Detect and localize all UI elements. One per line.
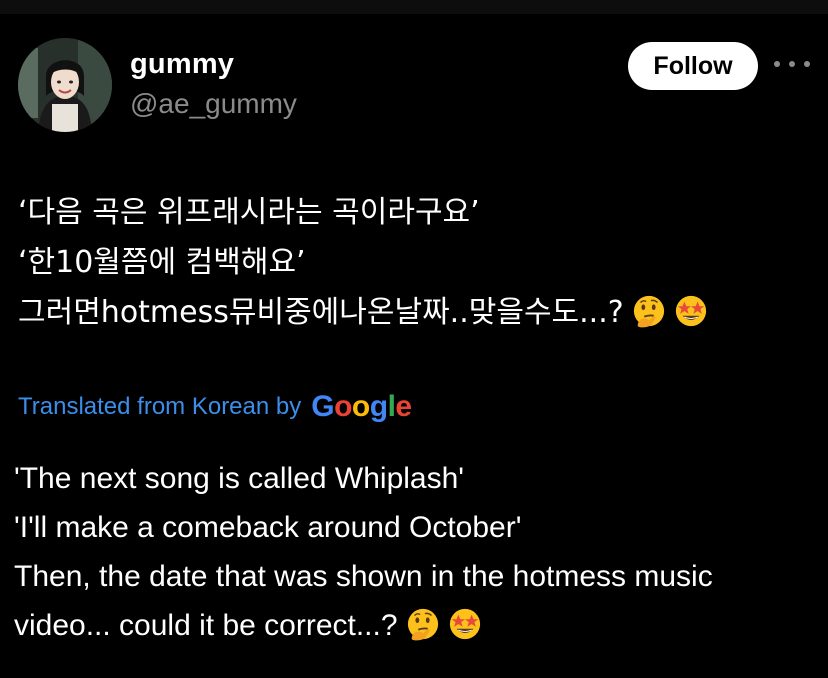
translated-line: 'I'll make a comeback around October': [14, 511, 522, 544]
display-name[interactable]: gummy: [130, 48, 234, 81]
more-options-icon[interactable]: [774, 54, 810, 74]
avatar-image: [18, 38, 112, 132]
more-dot: [804, 61, 810, 67]
thinking-face-icon: [407, 608, 438, 641]
post-line: ‘한10월쯤에 컴백해요’: [18, 245, 306, 280]
post-card: gummy @ae_gummy Follow ‘다음 곡은 위프래시라는 곡이라…: [0, 0, 828, 678]
user-handle[interactable]: @ae_gummy: [130, 88, 297, 120]
follow-button[interactable]: Follow: [628, 42, 758, 90]
google-logo: Google: [311, 390, 412, 423]
star-struck-icon: [449, 608, 480, 640]
post-line: ‘다음 곡은 위프래시라는 곡이라구요’: [18, 195, 480, 230]
post-line-with-emoji: 그러면hotmess뮤비중에나온날짜..맞을수도...?: [18, 288, 808, 338]
thinking-face-icon: [633, 295, 664, 328]
post-line: 그러면hotmess뮤비중에나온날짜..맞을수도...?: [18, 295, 624, 330]
translated-text: 'The next song is called Whiplash' 'I'll…: [14, 454, 814, 650]
more-dot: [774, 61, 780, 67]
translated-line: 'The next song is called Whiplash': [14, 462, 465, 495]
more-dot: [789, 61, 795, 67]
translation-attribution[interactable]: Translated from Korean by Google: [18, 390, 412, 424]
translated-line: Then, the date that was shown in the hot…: [14, 560, 713, 593]
star-struck-icon: [675, 295, 706, 327]
avatar[interactable]: [18, 38, 112, 132]
translated-line-with-emoji: video... could it be correct...?: [14, 601, 814, 650]
post-text: ‘다음 곡은 위프래시라는 곡이라구요’ ‘한10월쯤에 컴백해요’ 그러면ho…: [18, 188, 808, 338]
translated-line: video... could it be correct...?: [14, 609, 398, 642]
translation-label: Translated from Korean by: [18, 393, 302, 420]
